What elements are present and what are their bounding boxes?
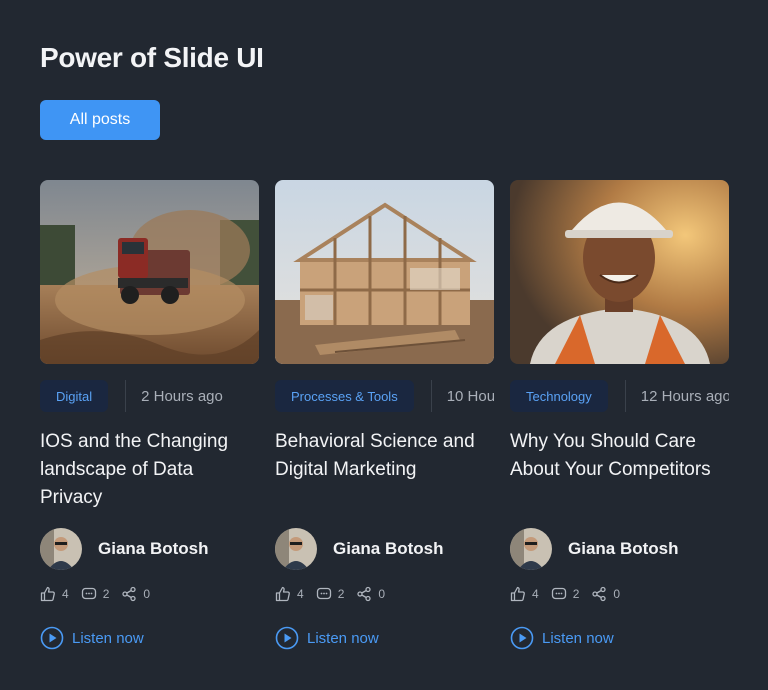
post-stats: 4 2 0 <box>40 585 162 603</box>
divider <box>430 380 432 412</box>
shares[interactable]: 0 <box>356 586 385 602</box>
post-stats: 4 2 0 <box>510 585 632 603</box>
post-meta: Technology 12 Hours ago <box>510 380 729 412</box>
comments[interactable]: 2 <box>81 586 110 602</box>
listen-now-button[interactable]: Listen now <box>275 626 379 650</box>
post-meta: Digital 2 Hours ago <box>40 380 259 412</box>
post-image[interactable] <box>40 180 259 364</box>
share-icon <box>357 586 372 602</box>
listen-now-button[interactable]: Listen now <box>40 626 144 650</box>
post-image[interactable] <box>510 180 729 364</box>
comments[interactable]: 2 <box>316 586 345 602</box>
post-time: 12 Hours ago <box>640 387 729 405</box>
comments[interactable]: 2 <box>551 586 580 602</box>
divider <box>624 380 626 412</box>
comments-count: 2 <box>337 587 345 601</box>
post-title[interactable]: Why You Should Care About Your Competito… <box>510 428 729 484</box>
listen-now-label: Listen now <box>542 629 614 647</box>
post-title[interactable]: IOS and the Changing landscape of Data P… <box>40 428 259 512</box>
share-icon <box>592 586 607 602</box>
post-image[interactable] <box>275 180 494 364</box>
category-tag[interactable]: Digital <box>40 380 109 412</box>
author-name: Giana Botosh <box>568 539 679 558</box>
author[interactable]: Giana Botosh <box>40 528 209 570</box>
likes-count: 4 <box>297 587 304 601</box>
post-time: 10 Hours ago <box>446 387 494 405</box>
author[interactable]: Giana Botosh <box>510 528 679 570</box>
likes[interactable]: 4 <box>510 586 539 602</box>
post-card[interactable]: Digital 2 Hours ago IOS and the Changing… <box>40 180 259 660</box>
all-posts-button[interactable]: All posts <box>40 100 160 140</box>
thumbs-up-icon <box>40 586 55 602</box>
post-card[interactable]: Technology 12 Hours ago Why You Should C… <box>510 180 729 660</box>
post-time: 2 Hours ago <box>141 387 223 405</box>
comment-icon <box>81 587 96 600</box>
listen-now-label: Listen now <box>72 629 144 647</box>
likes-count: 4 <box>532 587 539 601</box>
likes[interactable]: 4 <box>40 586 69 602</box>
play-circle-icon <box>275 626 299 650</box>
comment-icon <box>551 587 566 600</box>
author-name: Giana Botosh <box>98 539 209 558</box>
page: Power of Slide UI All posts Digital 2 Ho… <box>0 0 768 690</box>
post-title[interactable]: Behavioral Science and Digital Marketing <box>275 428 494 484</box>
post-card[interactable]: Processes & Tools 10 Hours ago Behaviora… <box>275 180 494 660</box>
thumbs-up-icon <box>510 586 525 602</box>
listen-now-label: Listen now <box>307 629 379 647</box>
comments-count: 2 <box>102 587 110 601</box>
post-meta: Processes & Tools 10 Hours ago <box>275 380 494 412</box>
page-title: Power of Slide UI <box>40 42 264 73</box>
house-frame-construction-photo <box>275 180 494 364</box>
category-tag[interactable]: Technology <box>510 380 608 412</box>
author-name: Giana Botosh <box>333 539 444 558</box>
thumbs-up-icon <box>275 586 290 602</box>
dirt-truck-photo <box>40 180 259 364</box>
shares-count: 0 <box>143 587 151 601</box>
avatar <box>40 528 82 570</box>
shares-count: 0 <box>613 587 621 601</box>
shares[interactable]: 0 <box>121 586 150 602</box>
comment-icon <box>316 587 331 600</box>
avatar <box>275 528 317 570</box>
smiling-construction-worker-photo <box>510 180 729 364</box>
category-tag[interactable]: Processes & Tools <box>275 380 414 412</box>
author[interactable]: Giana Botosh <box>275 528 444 570</box>
play-circle-icon <box>40 626 64 650</box>
divider <box>125 380 127 412</box>
shares-count: 0 <box>378 587 386 601</box>
shares[interactable]: 0 <box>591 586 620 602</box>
avatar <box>510 528 552 570</box>
post-stats: 4 2 0 <box>275 585 397 603</box>
play-circle-icon <box>510 626 534 650</box>
comments-count: 2 <box>572 587 580 601</box>
likes-count: 4 <box>62 587 69 601</box>
share-icon <box>122 586 137 602</box>
listen-now-button[interactable]: Listen now <box>510 626 614 650</box>
likes[interactable]: 4 <box>275 586 304 602</box>
